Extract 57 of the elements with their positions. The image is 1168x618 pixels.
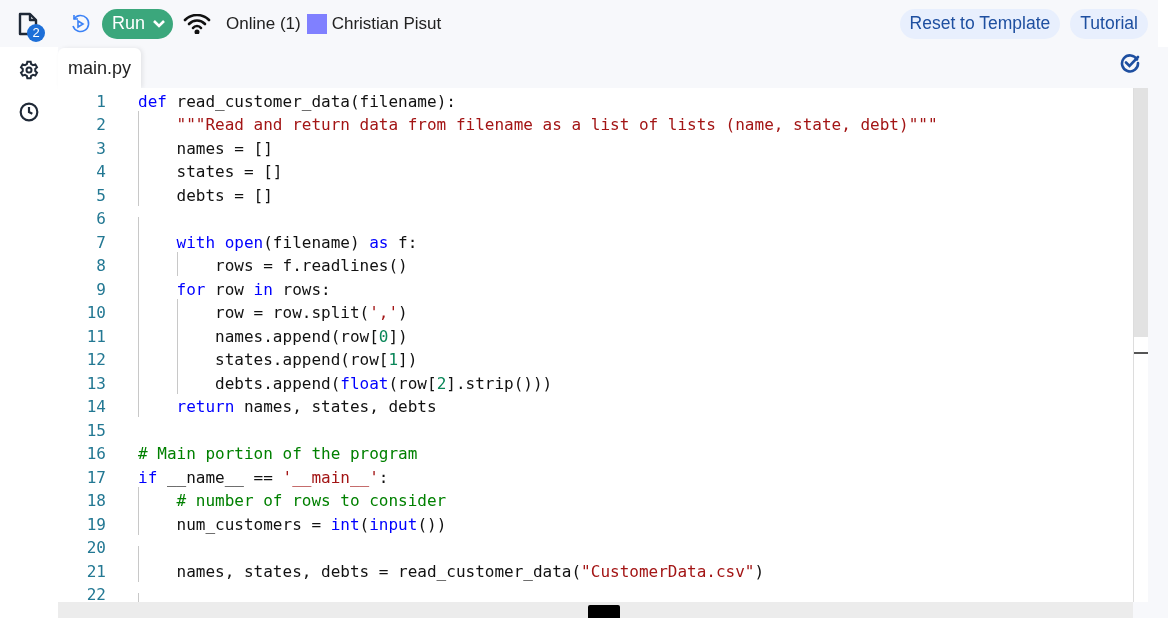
code-editor[interactable] xyxy=(58,88,1133,602)
line-number: 3 xyxy=(95,137,106,160)
code-line: row = row.split(',') xyxy=(214,303,408,323)
line-number: 19 xyxy=(85,513,106,536)
code-line: debts = [] xyxy=(175,185,273,205)
user-name: Christian Pisut xyxy=(331,12,442,35)
code-line: names = [] xyxy=(175,138,273,158)
file-tab[interactable]: main.py xyxy=(58,48,142,88)
line-number: 11 xyxy=(85,325,106,348)
line-number: 10 xyxy=(85,302,106,325)
code-line: names, states, debts = read_customer_data("CustomerData.csv") xyxy=(175,561,765,581)
code-line: return names, states, debts xyxy=(175,397,437,417)
code-line: names.append(row[0]) xyxy=(214,326,408,346)
horizontal-scrollbar[interactable] xyxy=(58,602,1133,618)
line-number: 14 xyxy=(85,396,106,419)
code-line: rows = f.readlines() xyxy=(214,256,408,276)
line-number: 8 xyxy=(95,255,106,278)
line-number: 5 xyxy=(95,184,106,207)
line-number: 12 xyxy=(85,349,106,372)
reset-button[interactable]: Reset to Template xyxy=(899,8,1061,39)
line-number: 17 xyxy=(85,466,106,489)
line-number: 13 xyxy=(85,372,106,395)
code-line: states.append(row[1]) xyxy=(214,350,418,370)
line-number: 16 xyxy=(85,443,106,466)
line-number: 6 xyxy=(95,208,106,231)
vertical-scrollbar[interactable] xyxy=(1133,88,1148,602)
check-circle-icon[interactable] xyxy=(1120,53,1140,73)
code-line: if __name__ == '__main__': xyxy=(138,467,389,487)
wifi-icon xyxy=(183,13,212,34)
code-line: # Main portion of the program xyxy=(138,444,418,464)
line-number: 22 xyxy=(85,584,106,602)
online-status: Online (1) xyxy=(226,12,301,35)
replay-icon[interactable] xyxy=(70,12,90,35)
code-line: with open(filename) as f: xyxy=(175,232,418,252)
line-number: 20 xyxy=(85,537,106,560)
chevron-down-icon xyxy=(153,19,166,28)
line-number: 4 xyxy=(95,161,106,184)
code-line: debts.append(float(row[2].strip())) xyxy=(214,373,553,393)
scrollbar-thumb[interactable] xyxy=(588,605,620,618)
line-number: 7 xyxy=(95,231,106,254)
clock-icon[interactable] xyxy=(19,102,39,122)
line-number: 1 xyxy=(95,90,106,113)
file-icon[interactable] xyxy=(17,12,39,36)
line-number: 9 xyxy=(95,278,106,301)
tutorial-button[interactable]: Tutorial xyxy=(1070,8,1148,39)
line-number: 2 xyxy=(95,114,106,137)
code-line: # number of rows to consider xyxy=(175,491,447,511)
code-line: num_customers = int(input()) xyxy=(175,514,447,534)
line-number: 18 xyxy=(85,490,106,513)
line-number: 21 xyxy=(85,560,106,583)
code-line: for row in rows: xyxy=(175,279,331,299)
code-line: """Read and return data from filename as a list of lists (name, state, debt)""" xyxy=(175,115,938,135)
code-line: states = [] xyxy=(175,162,283,182)
code-line: def read_customer_data(filename): xyxy=(138,91,456,111)
line-number: 15 xyxy=(85,419,106,442)
settings-icon[interactable] xyxy=(19,60,39,80)
scrollbar-thumb[interactable] xyxy=(1134,88,1148,337)
